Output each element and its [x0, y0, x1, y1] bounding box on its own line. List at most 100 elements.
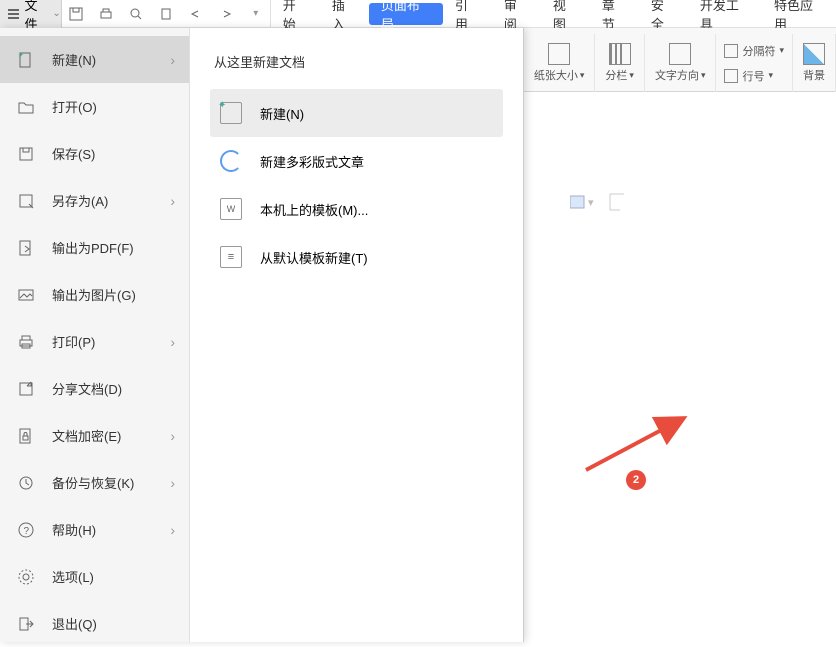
file-item-label: 文档加密(E) — [52, 426, 121, 445]
file-item-pdf[interactable]: 输出为PDF(F) — [0, 224, 189, 271]
file-item-print[interactable]: 打印(P) — [0, 318, 189, 365]
file-item-help[interactable]: ? 帮助(H) — [0, 506, 189, 553]
dropdown-icon[interactable]: ▾ — [248, 6, 264, 22]
redo-icon[interactable] — [218, 6, 234, 22]
ruler-marker: ▾ — [570, 192, 630, 217]
file-item-options[interactable]: 选项(L) — [0, 553, 189, 600]
file-item-label: 帮助(H) — [52, 520, 96, 539]
tab-start[interactable]: 开始 — [271, 0, 320, 27]
ribbon-paper-size[interactable]: 纸张大小▾ — [524, 34, 596, 92]
text-direction-label: 文字方向▾ — [655, 67, 706, 83]
backup-icon — [16, 473, 36, 493]
open-icon — [16, 97, 36, 117]
paste-icon[interactable] — [158, 6, 174, 22]
file-item-label: 备份与恢复(K) — [52, 473, 134, 492]
file-item-label: 新建(N) — [52, 50, 96, 69]
submenu-item-label: 从默认模板新建(T) — [260, 248, 368, 267]
lock-icon — [16, 426, 36, 446]
text-direction-icon — [669, 43, 691, 65]
exit-icon — [16, 614, 36, 634]
file-menu-panel: ✦ 新建(N) 打开(O) 保存(S) 另存为(A) 输出为PDF(F) 输出为… — [0, 28, 524, 642]
new-icon: ✦ — [16, 50, 36, 70]
file-menu-sidebar: ✦ 新建(N) 打开(O) 保存(S) 另存为(A) 输出为PDF(F) 输出为… — [0, 28, 190, 642]
line-number-label: 行号 — [742, 68, 764, 84]
ribbon-separator-group: 分隔符▾ 行号▾ — [716, 34, 793, 92]
submenu-title: 从这里新建文档 — [210, 52, 503, 71]
ribbon-columns[interactable]: 分栏▾ — [595, 34, 645, 92]
print-icon — [16, 332, 36, 352]
submenu-default-template[interactable]: ≡ 从默认模板新建(T) — [210, 233, 503, 281]
submenu-new-blank[interactable]: ✦ 新建(N) — [210, 89, 503, 137]
file-item-exit[interactable]: 退出(Q) — [0, 600, 189, 647]
tab-reference[interactable]: 引用 — [443, 0, 492, 27]
tab-devtools[interactable]: 开发工具 — [688, 0, 762, 27]
background-label: 背景 — [803, 67, 825, 83]
columns-label: 分栏▾ — [605, 67, 634, 83]
template-local-icon: W — [220, 198, 242, 220]
file-item-label: 打印(P) — [52, 332, 95, 351]
svg-text:✦: ✦ — [18, 51, 24, 59]
columns-icon — [609, 43, 631, 65]
tab-view[interactable]: 视图 — [541, 0, 590, 27]
ribbon-text-direction[interactable]: 文字方向▾ — [645, 34, 717, 92]
tab-security[interactable]: 安全 — [639, 0, 688, 27]
save-icon[interactable] — [68, 6, 84, 22]
colorful-icon — [220, 150, 242, 172]
ribbon-background[interactable]: 背景 — [793, 34, 836, 92]
separator-icon — [724, 44, 738, 58]
submenu-local-template[interactable]: W 本机上的模板(M)... — [210, 185, 503, 233]
help-icon: ? — [16, 520, 36, 540]
new-blank-icon: ✦ — [220, 102, 242, 124]
file-item-label: 分享文档(D) — [52, 379, 122, 398]
saveas-icon — [16, 191, 36, 211]
file-item-save[interactable]: 保存(S) — [0, 130, 189, 177]
file-item-label: 退出(Q) — [52, 614, 97, 633]
file-item-encrypt[interactable]: 文档加密(E) — [0, 412, 189, 459]
tab-chapter[interactable]: 章节 — [590, 0, 639, 27]
tab-special[interactable]: 特色应用 — [762, 0, 836, 27]
share-icon — [16, 379, 36, 399]
file-item-new[interactable]: ✦ 新建(N) — [0, 36, 189, 83]
submenu-item-label: 本机上的模板(M)... — [260, 200, 368, 219]
file-item-label: 另存为(A) — [52, 191, 108, 210]
annotation-badge-2: 2 — [626, 470, 646, 490]
line-number-button[interactable]: 行号▾ — [724, 68, 773, 84]
file-item-image[interactable]: 输出为图片(G) — [0, 271, 189, 318]
quick-access-toolbar: ▾ — [62, 0, 271, 27]
pdf-icon — [16, 238, 36, 258]
separator-label: 分隔符 — [742, 43, 775, 59]
image-icon — [16, 285, 36, 305]
file-item-label: 保存(S) — [52, 144, 95, 163]
background-icon — [803, 43, 825, 65]
file-item-open[interactable]: 打开(O) — [0, 83, 189, 130]
submenu-new-colorful[interactable]: 新建多彩版式文章 — [210, 137, 503, 185]
hamburger-icon — [8, 9, 19, 19]
new-document-submenu: 从这里新建文档 ✦ 新建(N) 新建多彩版式文章 W 本机上的模板(M)... … — [190, 28, 523, 642]
top-toolbar: 文件 ⌄ ▾ 开始 插入 页面布局 引用 审阅 视图 章节 安全 开发工具 特色… — [0, 0, 836, 28]
file-item-label: 选项(L) — [52, 567, 94, 586]
options-icon — [16, 567, 36, 587]
svg-text:▾: ▾ — [588, 197, 594, 209]
paper-size-icon — [548, 43, 570, 65]
chevron-down-icon: ⌄ — [52, 8, 60, 19]
file-item-share[interactable]: 分享文档(D) — [0, 365, 189, 412]
file-menu-button[interactable]: 文件 ⌄ — [0, 0, 62, 28]
tab-page-layout[interactable]: 页面布局 — [369, 3, 443, 25]
tab-insert[interactable]: 插入 — [320, 0, 369, 27]
file-item-backup[interactable]: 备份与恢复(K) — [0, 459, 189, 506]
document-area[interactable]: ▾ — [524, 92, 836, 642]
file-item-saveas[interactable]: 另存为(A) — [0, 177, 189, 224]
file-item-label: 输出为图片(G) — [52, 285, 136, 304]
tab-review[interactable]: 审阅 — [492, 0, 541, 27]
separator-button[interactable]: 分隔符▾ — [724, 43, 784, 59]
save-icon — [16, 144, 36, 164]
print-icon[interactable] — [98, 6, 114, 22]
undo-icon[interactable] — [188, 6, 204, 22]
svg-text:?: ? — [24, 526, 30, 537]
line-number-icon — [724, 69, 738, 83]
ribbon-tabs: 开始 插入 页面布局 引用 审阅 视图 章节 安全 开发工具 特色应用 — [271, 0, 836, 27]
preview-icon[interactable] — [128, 6, 144, 22]
template-default-icon: ≡ — [220, 246, 242, 268]
paper-size-label: 纸张大小▾ — [534, 67, 585, 83]
submenu-item-label: 新建多彩版式文章 — [260, 152, 364, 171]
